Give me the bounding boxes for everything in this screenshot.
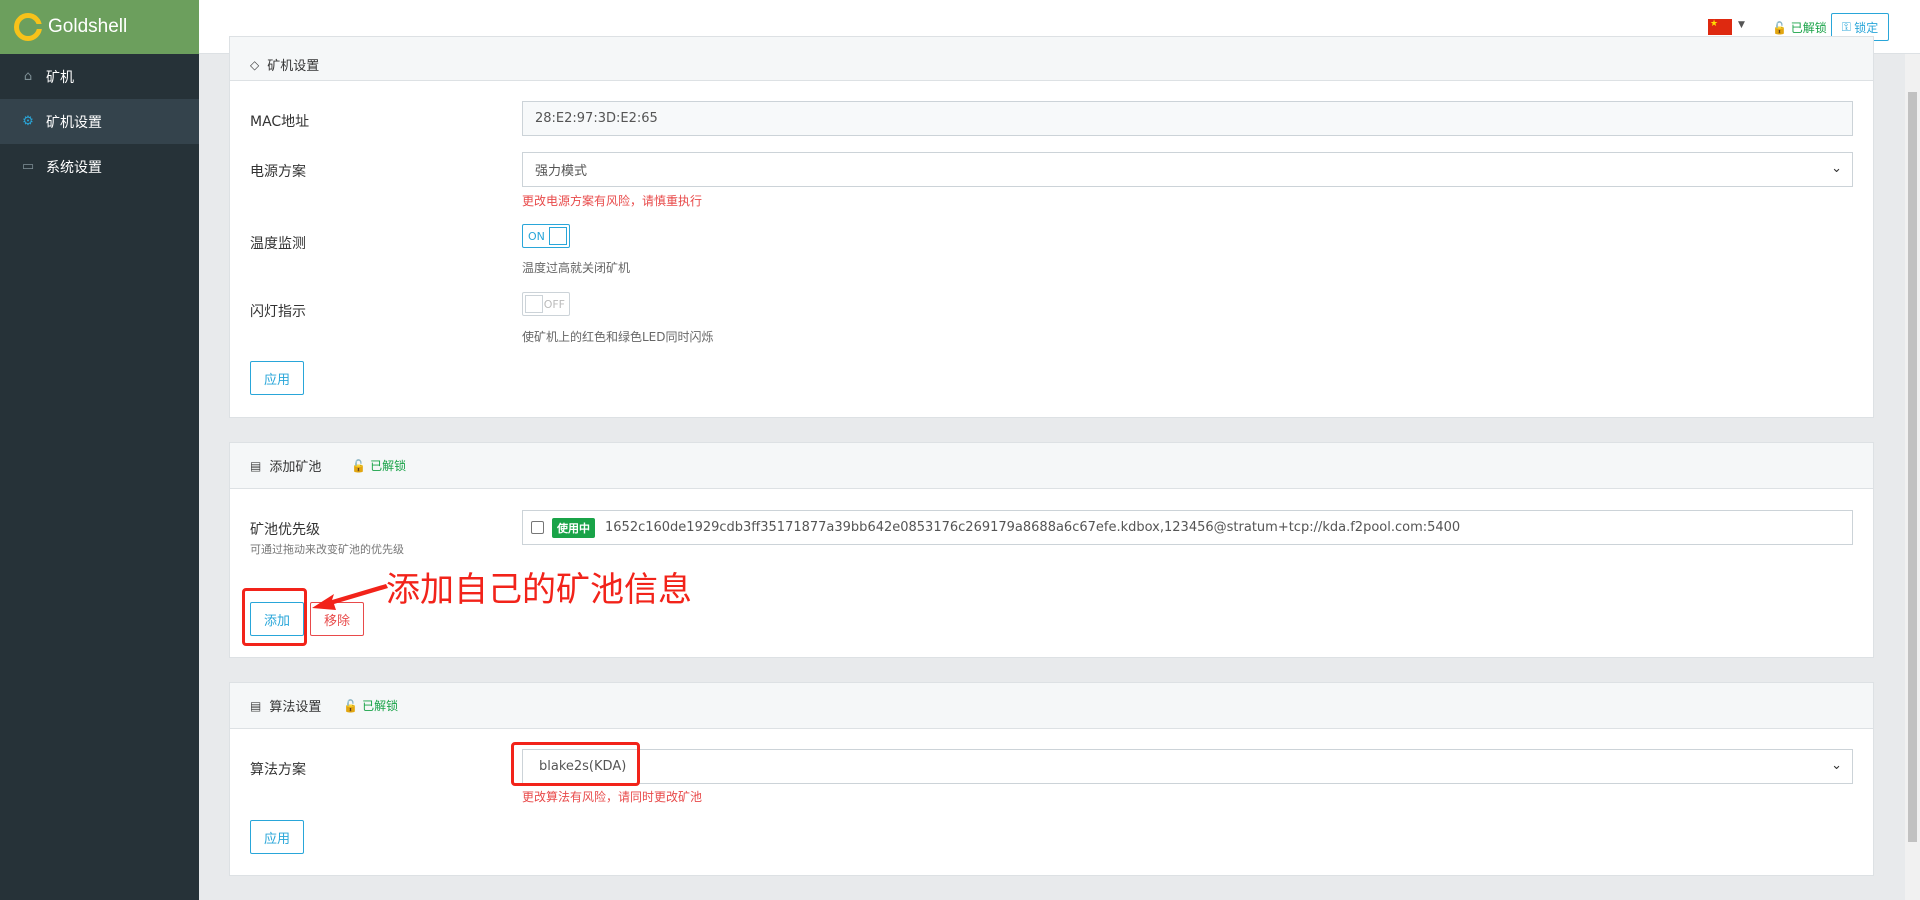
temp-hint: 温度过高就关闭矿机 [522, 261, 631, 275]
pool-priority-label: 矿池优先级 [250, 522, 320, 538]
apply-button[interactable]: 应用 [250, 820, 304, 854]
annotation-box-add [242, 588, 307, 646]
gear-icon: ⚙ [22, 114, 34, 129]
annotation-box-algorithm [511, 742, 640, 786]
panel-header: ▤ 添加矿池 🔓 已解锁 [230, 443, 1873, 489]
pool-url: 1652c160de1929cdb3ff35171877a39bb642e085… [605, 520, 1461, 535]
power-select[interactable]: 强力模式 ⌄ [522, 152, 1853, 187]
panel-title: 矿机设置 [267, 59, 320, 74]
sidebar-item-label: 矿机 [46, 69, 74, 86]
pool-checkbox[interactable] [531, 521, 544, 534]
sidebar: Goldshell ⌂ 矿机 ⚙ 矿机设置 ▭ 系统设置 [0, 0, 224, 900]
apply-button[interactable]: 应用 [250, 361, 304, 395]
panel-title: 算法设置 [269, 700, 322, 715]
list-icon: ▤ [250, 698, 262, 713]
panel-header: ▤ 算法设置 🔓 已解锁 [230, 683, 1873, 729]
scrollbar[interactable] [1905, 54, 1920, 900]
status-badge: 使用中 [552, 517, 595, 538]
mac-field: 28:E2:97:3D:E2:65 [522, 101, 1853, 136]
monitor-icon: ▭ [21, 159, 35, 174]
algorithm-panel: ▤ 算法设置 🔓 已解锁 算法方案 blake2s(KDA) ⌄ 更改算法有风险，… [229, 682, 1874, 876]
algorithm-label: 算法方案 [250, 762, 306, 778]
sidebar-item-system-settings[interactable]: ▭ 系统设置 [0, 144, 199, 189]
pool-list-item[interactable]: 使用中 1652c160de1929cdb3ff35171877a39bb642… [522, 510, 1853, 545]
brand-header[interactable]: Goldshell [0, 0, 224, 54]
annotation-arrow-icon [312, 584, 388, 610]
china-flag-icon[interactable] [1708, 19, 1732, 35]
panel-header: ◇ 矿机设置 [230, 37, 1873, 81]
home-icon: ⌂ [23, 69, 33, 84]
algorithm-warning: 更改算法有风险，请同时更改矿池 [522, 790, 703, 804]
panel-title: 添加矿池 [269, 460, 322, 475]
algorithm-select[interactable]: blake2s(KDA) ⌄ [522, 749, 1853, 784]
temp-toggle[interactable]: ON [522, 224, 570, 248]
pool-priority-hint: 可通过拖动来改变矿池的优先级 [250, 543, 404, 556]
annotation-text: 添加自己的矿池信息 [386, 570, 692, 610]
sidebar-item-label: 矿机设置 [46, 114, 102, 131]
chevron-down-icon: ⌄ [1831, 758, 1842, 773]
led-toggle[interactable]: OFF [522, 292, 570, 316]
caret-down-icon[interactable]: ▼ [1738, 20, 1745, 30]
power-label: 电源方案 [250, 164, 306, 180]
mac-label: MAC地址 [250, 114, 310, 130]
unlock-status: 🔓 已解锁 [343, 699, 399, 713]
chevron-down-icon: ⌄ [1831, 161, 1842, 176]
sidebar-item-miner[interactable]: ⌂ 矿机 [0, 54, 199, 99]
pool-panel: ▤ 添加矿池 🔓 已解锁 矿池优先级 可通过拖动来改变矿池的优先级 使用中 16… [229, 442, 1874, 658]
unlock-status: 🔓 已解锁 [1772, 21, 1827, 35]
led-label: 闪灯指示 [250, 304, 306, 320]
sidebar-item-label: 系统设置 [46, 159, 102, 176]
led-hint: 使矿机上的红色和绿色LED同时闪烁 [522, 330, 714, 344]
miner-settings-panel: ◇ 矿机设置 MAC地址 28:E2:97:3D:E2:65 电源方案 强力模式… [229, 36, 1874, 418]
scrollbar-thumb[interactable] [1908, 92, 1917, 842]
unlock-icon: 🔓 [351, 459, 367, 473]
unlock-icon: 🔓 [343, 699, 359, 713]
sidebar-item-miner-settings[interactable]: ⚙ 矿机设置 [0, 99, 199, 144]
goldshell-logo-icon [14, 13, 42, 41]
power-warning: 更改电源方案有风险，请慎重执行 [522, 194, 703, 208]
diamond-icon: ◇ [250, 57, 260, 72]
unlock-icon: 🔓 [1772, 21, 1787, 35]
unlock-status: 🔓 已解锁 [351, 459, 407, 473]
brand-name: Goldshell [48, 16, 128, 37]
key-icon: ⚿ [1841, 19, 1851, 34]
list-icon: ▤ [250, 458, 262, 473]
temp-label: 温度监测 [250, 236, 306, 252]
